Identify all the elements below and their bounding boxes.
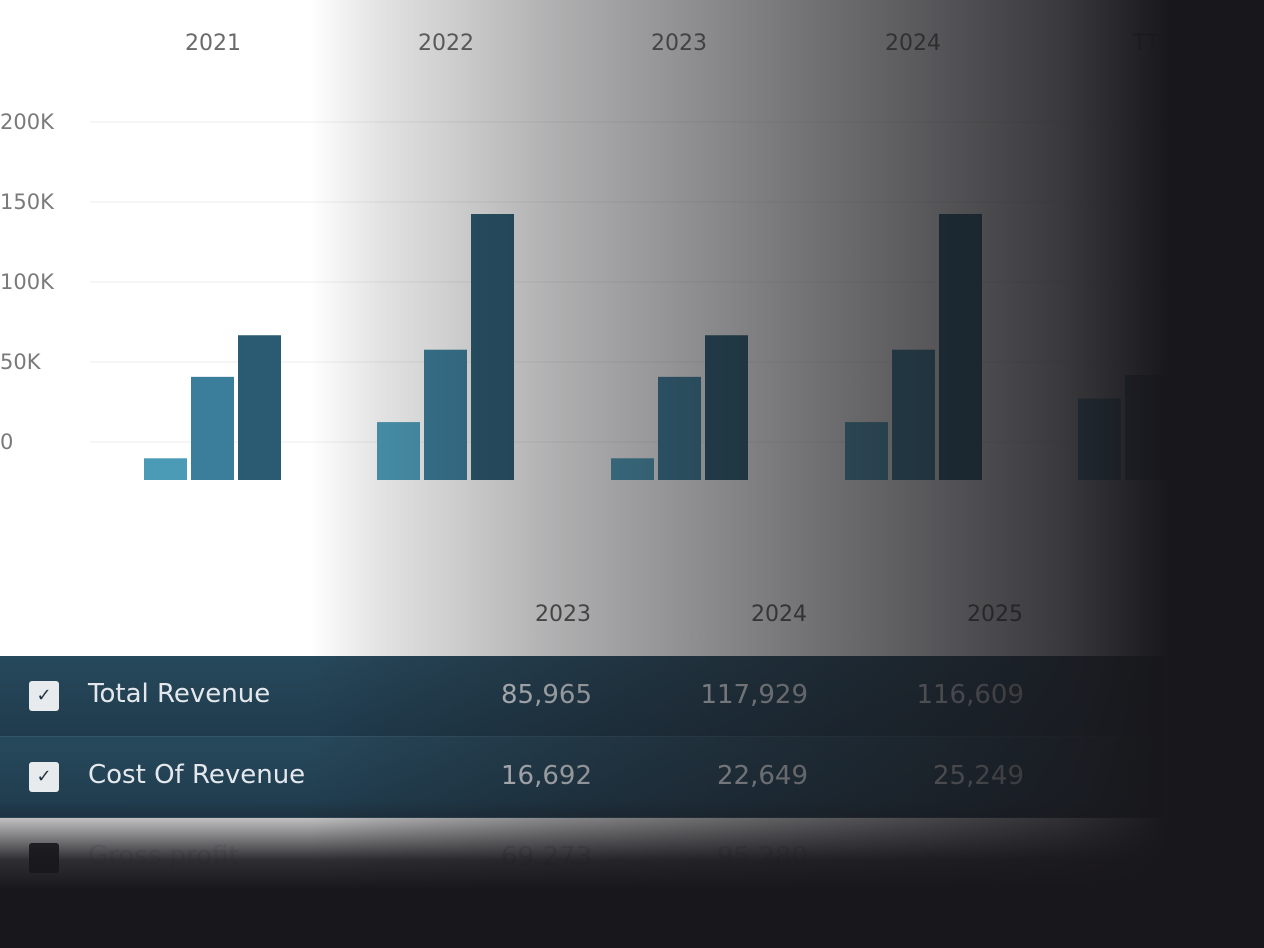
y-tick-label: 150K [0,190,55,214]
bar[interactable] [191,376,234,480]
table-cell: 22,649 [717,761,808,791]
table-row-gross-profit[interactable]: Gross profit 69,273 95,280 [0,818,1164,899]
bar[interactable] [658,376,701,480]
bar[interactable] [377,422,420,480]
table-row-total-revenue[interactable]: ✓ Total Revenue 85,965 117,929 116,609 [0,656,1164,737]
row-label: Gross profit [88,841,239,871]
bar[interactable] [238,335,281,480]
table-cell: 95,280 [717,842,808,872]
x-category-label: 2021 [185,31,241,56]
x-category-label: TT [1132,31,1160,56]
x-category-label: 2022 [418,31,474,56]
bar[interactable] [705,335,748,480]
x-category-label: 2024 [885,31,941,56]
row-checkbox[interactable] [29,843,59,873]
table-row-cost-of-revenue[interactable]: ✓ Cost Of Revenue 16,692 22,649 25,249 [0,737,1164,818]
column-header: 2024 [751,602,807,627]
table-cell: 69,273 [501,842,592,872]
bar[interactable] [845,422,888,480]
row-checkbox[interactable]: ✓ [29,762,59,792]
column-header: 2023 [535,602,591,627]
y-tick-label: 0 [0,430,13,454]
table-cell: 117,929 [700,680,808,710]
row-label: Total Revenue [88,679,271,709]
row-label: Cost Of Revenue [88,760,306,790]
bar[interactable] [892,349,935,480]
bar[interactable] [144,458,187,480]
bar[interactable] [939,214,982,480]
y-tick-label: 50K [0,350,42,374]
bar[interactable] [424,349,467,480]
financials-table: 2023 2024 2025 ✓ Total Revenue 85,965 11… [0,596,1164,899]
x-category-label: 2023 [651,31,707,56]
table-cell: 16,692 [501,761,592,791]
bar[interactable] [1078,398,1121,480]
table-cell: 116,609 [916,680,1024,710]
table-header: 2023 2024 2025 [0,596,1164,656]
y-tick-label: 200K [0,110,55,134]
bar[interactable] [611,458,654,480]
bar[interactable] [471,214,514,480]
column-header: 2025 [967,602,1023,627]
y-tick-label: 100K [0,270,55,294]
row-checkbox[interactable]: ✓ [29,681,59,711]
table-cell: 85,965 [501,680,592,710]
table-cell: 25,249 [933,761,1024,791]
stage: 200K 150K 100K 50K 0 2021 2022 2023 2024 TT 2023 … [0,0,1264,948]
bar-chart: 200K 150K 100K 50K 0 2021 2022 2023 2024 TT [0,31,1264,480]
bar[interactable] [1125,375,1168,480]
